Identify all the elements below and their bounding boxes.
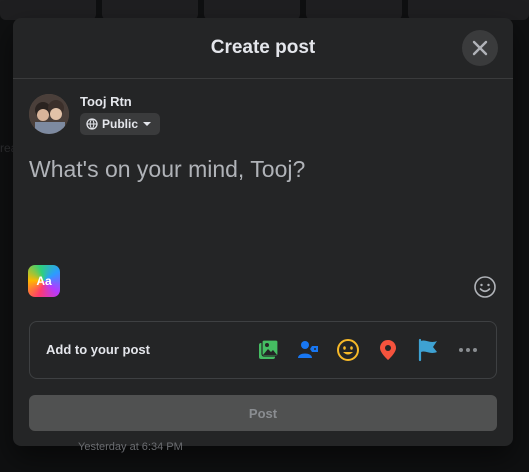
check-in-button[interactable] [374, 336, 402, 364]
feeling-activity-icon [337, 339, 359, 361]
tag-people-icon [298, 341, 318, 358]
background-color-button[interactable]: Aa [28, 265, 60, 297]
add-to-post-bar: Add to your post [29, 321, 497, 379]
life-event-button[interactable] [414, 336, 442, 364]
privacy-label: Public [102, 117, 139, 131]
caret-down-icon [143, 122, 152, 126]
author-name[interactable]: Tooj Rtn [80, 94, 132, 109]
create-post-dialog: Create post Tooj Rtn Public What's on yo… [13, 18, 513, 446]
more-options-button[interactable] [454, 336, 482, 364]
avatar[interactable] [29, 94, 69, 134]
life-event-icon [418, 338, 437, 362]
photo-video-button[interactable] [254, 336, 282, 364]
close-icon [472, 40, 488, 56]
background-timestamp: Yesterday at 6:34 PM [78, 441, 183, 453]
dialog-title: Create post [210, 37, 316, 58]
post-button[interactable]: Post [29, 395, 497, 431]
globe-icon [86, 118, 98, 130]
tag-people-button[interactable] [294, 336, 322, 364]
close-button[interactable] [462, 30, 498, 66]
check-in-icon [380, 340, 396, 360]
post-button-label: Post [248, 405, 278, 421]
add-to-post-label: Add to your post [46, 342, 150, 357]
feeling-activity-button[interactable] [334, 336, 362, 364]
smiley-icon[interactable] [473, 275, 497, 299]
dialog-header: Create post [13, 18, 513, 79]
background-color-label: Aa [36, 274, 52, 288]
post-text-input[interactable]: What's on your mind, Tooj? [29, 154, 497, 254]
more-icon [459, 348, 477, 352]
privacy-selector[interactable]: Public [80, 113, 161, 135]
photo-video-icon [259, 339, 279, 359]
